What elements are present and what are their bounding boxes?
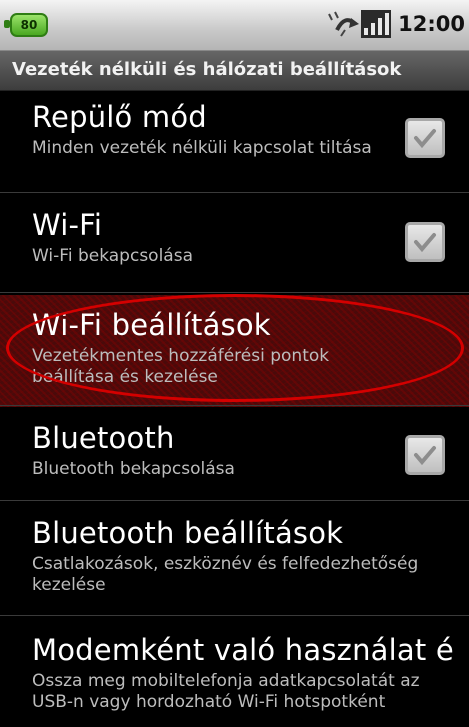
setting-title: Wi-Fi xyxy=(32,208,103,242)
checkmark-icon xyxy=(414,233,436,253)
bluetooth-checkbox[interactable] xyxy=(405,435,445,475)
battery-icon: 80 xyxy=(10,13,48,37)
setting-title: Bluetooth beállítások xyxy=(32,516,344,550)
setting-summary: Minden vezeték nélküli kapcsolat tiltása xyxy=(32,138,372,158)
setting-bluetooth-settings[interactable]: Bluetooth beállítások Csatlakozások, esz… xyxy=(0,502,469,616)
setting-title: Modemként való használat é xyxy=(32,633,454,667)
setting-title: Repülő mód xyxy=(32,100,207,134)
section-header: Vezeték nélküli és hálózati beállítások xyxy=(0,51,469,91)
setting-summary: Csatlakozások, eszköznév és felfedezhető… xyxy=(32,554,419,595)
setting-title: Bluetooth xyxy=(32,421,175,455)
setting-summary: Bluetooth bekapcsolása xyxy=(32,459,235,479)
setting-summary: Wi-Fi bekapcsolása xyxy=(32,246,193,266)
highlight-ring xyxy=(6,294,464,402)
setting-wifi[interactable]: Wi-Fi Wi-Fi bekapcsolása xyxy=(0,194,469,293)
status-icons xyxy=(323,10,393,40)
status-bar: 80 12:00 xyxy=(0,0,469,51)
setting-airplane-mode[interactable]: Repülő mód Minden vezeték nélküli kapcso… xyxy=(0,92,469,193)
checkmark-icon xyxy=(414,446,436,466)
signal-icon xyxy=(361,10,391,38)
wifi-checkbox[interactable] xyxy=(405,222,445,262)
battery-level: 80 xyxy=(20,18,38,32)
airplane-mode-checkbox[interactable] xyxy=(405,118,445,158)
setting-summary: Ossza meg mobiltelefonja adatkapcsolatát… xyxy=(32,671,420,712)
clock: 12:00 xyxy=(398,12,465,36)
checkmark-icon xyxy=(414,129,436,149)
setting-tethering[interactable]: Modemként való használat é Ossza meg mob… xyxy=(0,617,469,727)
setting-bluetooth[interactable]: Bluetooth Bluetooth bekapcsolása xyxy=(0,407,469,501)
